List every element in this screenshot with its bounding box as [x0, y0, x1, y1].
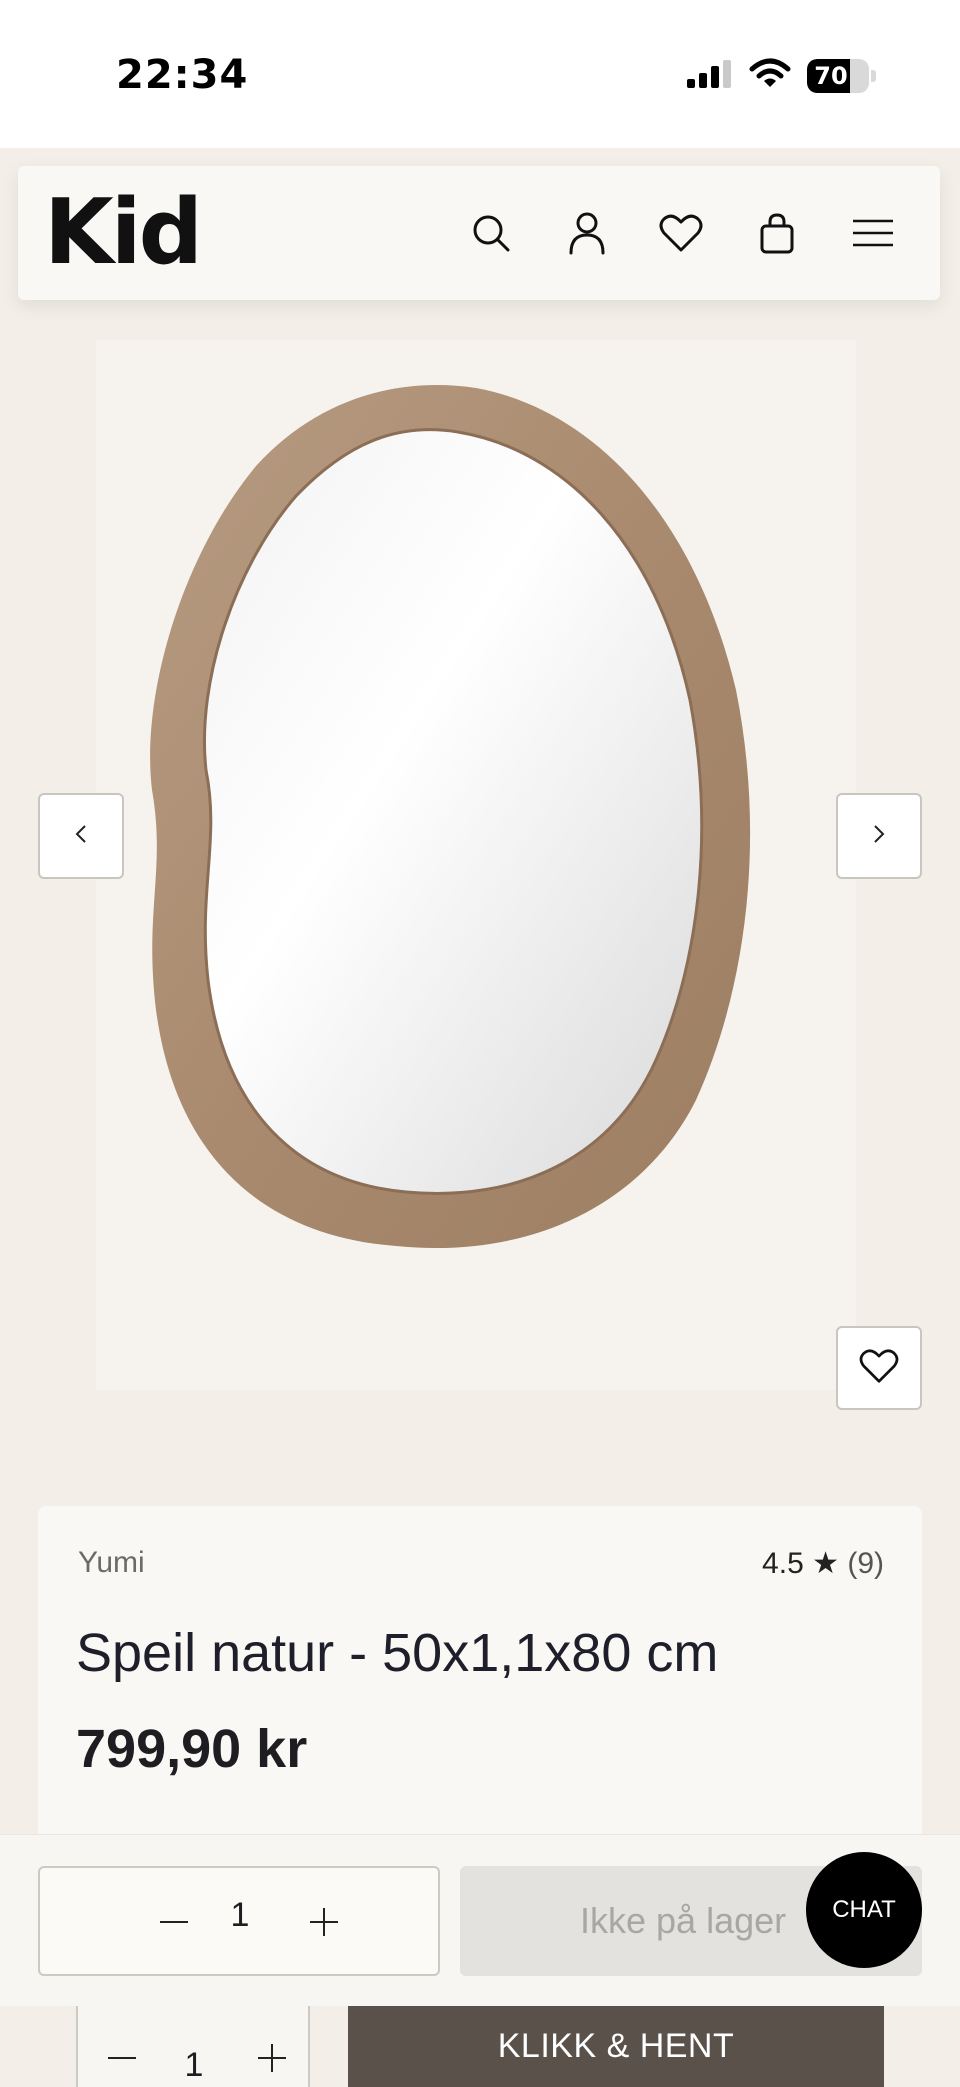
quantity-increase-button[interactable]: [294, 1892, 354, 1952]
chevron-left-icon: [74, 824, 88, 849]
chevron-right-icon: [872, 824, 886, 849]
product-brand[interactable]: Yumi: [78, 1546, 145, 1580]
chat-button[interactable]: CHAT: [806, 1852, 922, 1968]
product-price: 799,90 kr: [76, 1719, 308, 1779]
account-icon[interactable]: [562, 208, 612, 258]
product-image[interactable]: [96, 370, 756, 1270]
search-icon[interactable]: [466, 208, 516, 258]
quantity-stepper: 1: [38, 1866, 440, 1976]
battery-cap: [871, 70, 876, 82]
status-icons: 70: [687, 56, 876, 96]
secondary-quantity-increase-button[interactable]: [242, 2028, 302, 2087]
click-and-collect-button[interactable]: KLIKK & HENT: [348, 2006, 884, 2087]
secondary-quantity-decrease-button[interactable]: [92, 2028, 152, 2087]
wishlist-icon[interactable]: [656, 208, 706, 258]
cart-icon[interactable]: [752, 208, 802, 258]
product-info-card: Yumi 4.5 ★ (9) Speil natur - 50x1,1x80 c…: [38, 1506, 922, 1866]
review-count: (9): [847, 1547, 884, 1580]
rating-value: 4.5 ★: [762, 1547, 839, 1580]
gallery-prev-button[interactable]: [38, 793, 124, 879]
product-title: Speil natur - 50x1,1x80 cm: [76, 1623, 719, 1683]
gallery-next-button[interactable]: [836, 793, 922, 879]
add-to-wishlist-button[interactable]: [836, 1326, 922, 1410]
secondary-quantity-value[interactable]: 1: [174, 2046, 214, 2085]
site-header: Kid: [18, 166, 940, 300]
logo[interactable]: Kid: [44, 188, 203, 278]
menu-icon[interactable]: [848, 208, 898, 258]
heart-icon: [859, 1348, 899, 1389]
battery-level: 70: [814, 62, 848, 90]
signal-icon: [687, 59, 733, 93]
wifi-icon: [749, 58, 791, 95]
quantity-value[interactable]: 1: [220, 1896, 260, 1935]
status-time: 22:34: [116, 52, 249, 98]
battery-icon: 70: [807, 59, 869, 93]
secondary-quantity-stepper: 1: [76, 2006, 310, 2087]
product-rating[interactable]: 4.5 ★ (9): [762, 1546, 884, 1581]
status-bar: 22:34 70: [0, 0, 960, 148]
quantity-decrease-button[interactable]: [144, 1892, 204, 1952]
